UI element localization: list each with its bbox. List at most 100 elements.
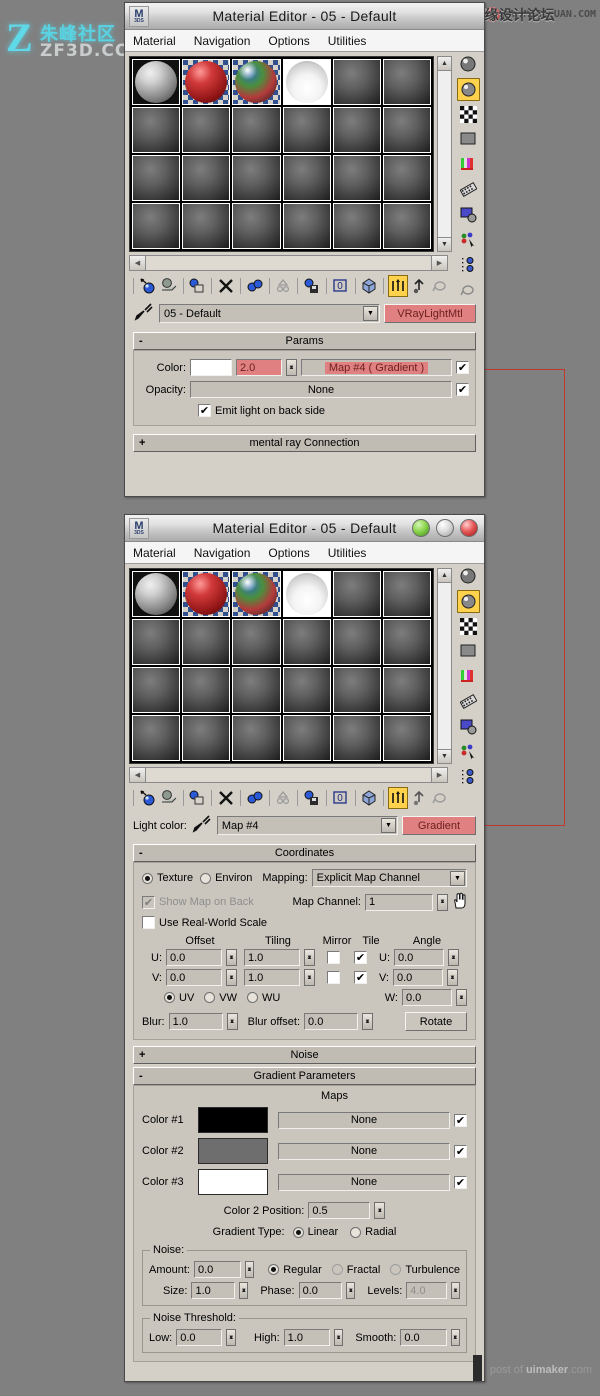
color2-swatch[interactable] xyxy=(198,1138,268,1164)
amount-spinner[interactable]: ▲ ▼ xyxy=(244,1261,255,1278)
material-editor-window-bottom[interactable]: M 3DS Material Editor - 05 - Default Mat… xyxy=(124,514,485,1382)
material-id-channel-icon[interactable] xyxy=(457,278,480,301)
options-icon-b[interactable] xyxy=(457,715,480,738)
horizontal-toolbar-bottom[interactable]: 0 xyxy=(130,786,450,810)
material-by-object-icon[interactable] xyxy=(457,228,480,251)
material-slot-3-b[interactable] xyxy=(232,571,281,617)
mirror-u-checkbox[interactable]: ✔ xyxy=(327,951,340,964)
tiling-v-field[interactable]: 1.0 xyxy=(244,969,300,986)
material-slot-9-b[interactable] xyxy=(232,619,281,665)
material-slot-22-b[interactable] xyxy=(282,715,331,761)
low-spinner[interactable]: ▲ ▼ xyxy=(226,1329,236,1346)
material-slot-11[interactable] xyxy=(332,107,381,153)
backlight-toggle-icon[interactable] xyxy=(456,78,480,101)
material-name-row-top[interactable]: 05 - Default ▼ VRayLightMtl xyxy=(133,303,476,324)
chevron-down-icon-b[interactable]: ▼ xyxy=(381,818,396,833)
material-slot-6-b[interactable] xyxy=(382,571,431,617)
menubar-top[interactable]: Material Navigation Options Utilities xyxy=(125,30,484,52)
material-slot-18-b[interactable] xyxy=(382,667,431,713)
color2-position-field[interactable]: 0.5 xyxy=(308,1202,371,1219)
material-slot-9[interactable] xyxy=(232,107,281,153)
material-slot-17[interactable] xyxy=(332,155,381,201)
menu-navigation[interactable]: Navigation xyxy=(194,34,251,48)
horizontal-toolbar-top[interactable]: 0 xyxy=(130,274,450,298)
gradient-rollout-header[interactable]: - Gradient Parameters xyxy=(133,1067,476,1085)
scroll-left-arrow-icon[interactable]: ◀ xyxy=(130,256,145,270)
maximize-button[interactable] xyxy=(436,519,454,537)
blur-offset-spinner[interactable]: ▲ ▼ xyxy=(362,1013,374,1030)
material-slot-24-b[interactable] xyxy=(382,715,431,761)
make-unique-icon[interactable] xyxy=(273,275,293,297)
uv-radio[interactable] xyxy=(164,992,175,1003)
menu-options[interactable]: Options xyxy=(268,34,309,48)
sample-type-sphere-icon[interactable] xyxy=(457,53,480,76)
material-slot-15-b[interactable] xyxy=(232,667,281,713)
offset-v-field[interactable]: 0.0 xyxy=(166,969,222,986)
amount-field[interactable]: 0.0 xyxy=(193,1261,241,1278)
texture-radio[interactable] xyxy=(142,872,153,884)
noise-rollout-header[interactable]: + Noise xyxy=(133,1046,476,1064)
color3-swatch[interactable] xyxy=(198,1169,268,1195)
material-slot-14-b[interactable] xyxy=(182,667,231,713)
regular-radio[interactable] xyxy=(268,1264,280,1275)
titlebar-bottom[interactable]: M 3DS Material Editor - 05 - Default xyxy=(125,515,484,542)
material-slot-2[interactable] xyxy=(182,59,231,105)
wu-radio[interactable] xyxy=(247,992,259,1003)
material-slot-grid-top[interactable] xyxy=(129,56,434,252)
color-map-enable-checkbox[interactable]: ✔ xyxy=(456,361,469,374)
material-slot-3[interactable] xyxy=(232,59,281,105)
angle-u-spinner[interactable]: ▲ ▼ xyxy=(448,949,459,966)
material-slot-1[interactable] xyxy=(132,59,181,105)
go-forward-to-sibling-icon[interactable] xyxy=(430,275,450,297)
reset-map-material-icon-b[interactable] xyxy=(216,787,236,809)
environ-radio[interactable] xyxy=(200,872,212,884)
material-effects-channel-icon-b[interactable]: 0 xyxy=(331,787,351,809)
vertical-toolbar-top[interactable] xyxy=(455,53,481,301)
mapping-combo[interactable]: Explicit Map Channel ▼ xyxy=(311,869,467,887)
scroll-down-arrow-icon-b[interactable]: ▼ xyxy=(438,749,451,763)
linear-radio[interactable] xyxy=(292,1226,304,1238)
material-slot-14[interactable] xyxy=(182,155,231,201)
put-to-library-icon[interactable] xyxy=(302,275,322,297)
scroll-down-arrow-icon[interactable]: ▼ xyxy=(438,237,451,251)
reset-map-material-icon[interactable] xyxy=(216,275,236,297)
show-end-result-icon-b[interactable] xyxy=(388,787,409,809)
color2-map-enable-checkbox[interactable]: ✔ xyxy=(454,1144,467,1158)
video-color-check-icon[interactable] xyxy=(457,153,480,176)
material-slot-4-b[interactable] xyxy=(282,571,331,617)
material-editor-window-top[interactable]: M 3DS Material Editor - 05 - Default Mat… xyxy=(124,2,485,497)
scroll-left-arrow-icon-b[interactable]: ◀ xyxy=(130,768,145,782)
map-name-combo[interactable]: Map #4 ▼ xyxy=(216,816,398,835)
menu-utilities[interactable]: Utilities xyxy=(328,34,367,48)
assign-material-to-selection-icon-b[interactable] xyxy=(187,787,207,809)
material-slot-22[interactable] xyxy=(282,203,331,249)
material-slot-16[interactable] xyxy=(282,155,331,201)
color-multiplier-spinner[interactable]: ▲ ▼ xyxy=(286,359,297,376)
smooth-spinner[interactable]: ▲ ▼ xyxy=(450,1329,461,1346)
sample-uv-tiling-icon[interactable] xyxy=(457,128,480,151)
menubar-bottom[interactable]: Material Navigation Options Utilities xyxy=(125,542,484,564)
angle-w-spinner[interactable]: ▲ ▼ xyxy=(456,989,467,1006)
mirror-v-checkbox[interactable]: ✔ xyxy=(327,971,340,984)
color2-map-button[interactable]: None xyxy=(278,1142,450,1160)
go-to-parent-icon-b[interactable] xyxy=(409,787,429,809)
menu-utilities-bottom[interactable]: Utilities xyxy=(328,546,367,560)
titlebar-top[interactable]: M 3DS Material Editor - 05 - Default xyxy=(125,3,484,30)
make-preview-film-icon-b[interactable] xyxy=(457,690,480,713)
angle-u-field[interactable]: 0.0 xyxy=(394,949,444,966)
angle-v-spinner[interactable]: ▲ ▼ xyxy=(447,969,458,986)
material-slot-10-b[interactable] xyxy=(282,619,331,665)
map-channel-spinner[interactable]: ▲ ▼ xyxy=(437,893,448,911)
map-name-row[interactable]: Light color: Map #4 ▼ Gradient xyxy=(133,815,476,836)
select-by-material-icon-b[interactable] xyxy=(457,765,480,788)
options-icon[interactable] xyxy=(457,203,480,226)
material-slot-1-b[interactable] xyxy=(132,571,181,617)
rotate-button[interactable]: Rotate xyxy=(405,1012,467,1031)
high-spinner[interactable]: ▲ ▼ xyxy=(333,1329,344,1346)
phase-spinner[interactable]: ▲ ▼ xyxy=(346,1282,356,1299)
show-map-in-viewport-icon-b[interactable] xyxy=(359,787,379,809)
color-multiplier-field[interactable]: 2.0 xyxy=(236,359,282,376)
offset-v-spinner[interactable]: ▲ ▼ xyxy=(226,969,237,986)
scrollbar-thumb-b[interactable] xyxy=(145,768,432,782)
material-slot-20[interactable] xyxy=(182,203,231,249)
